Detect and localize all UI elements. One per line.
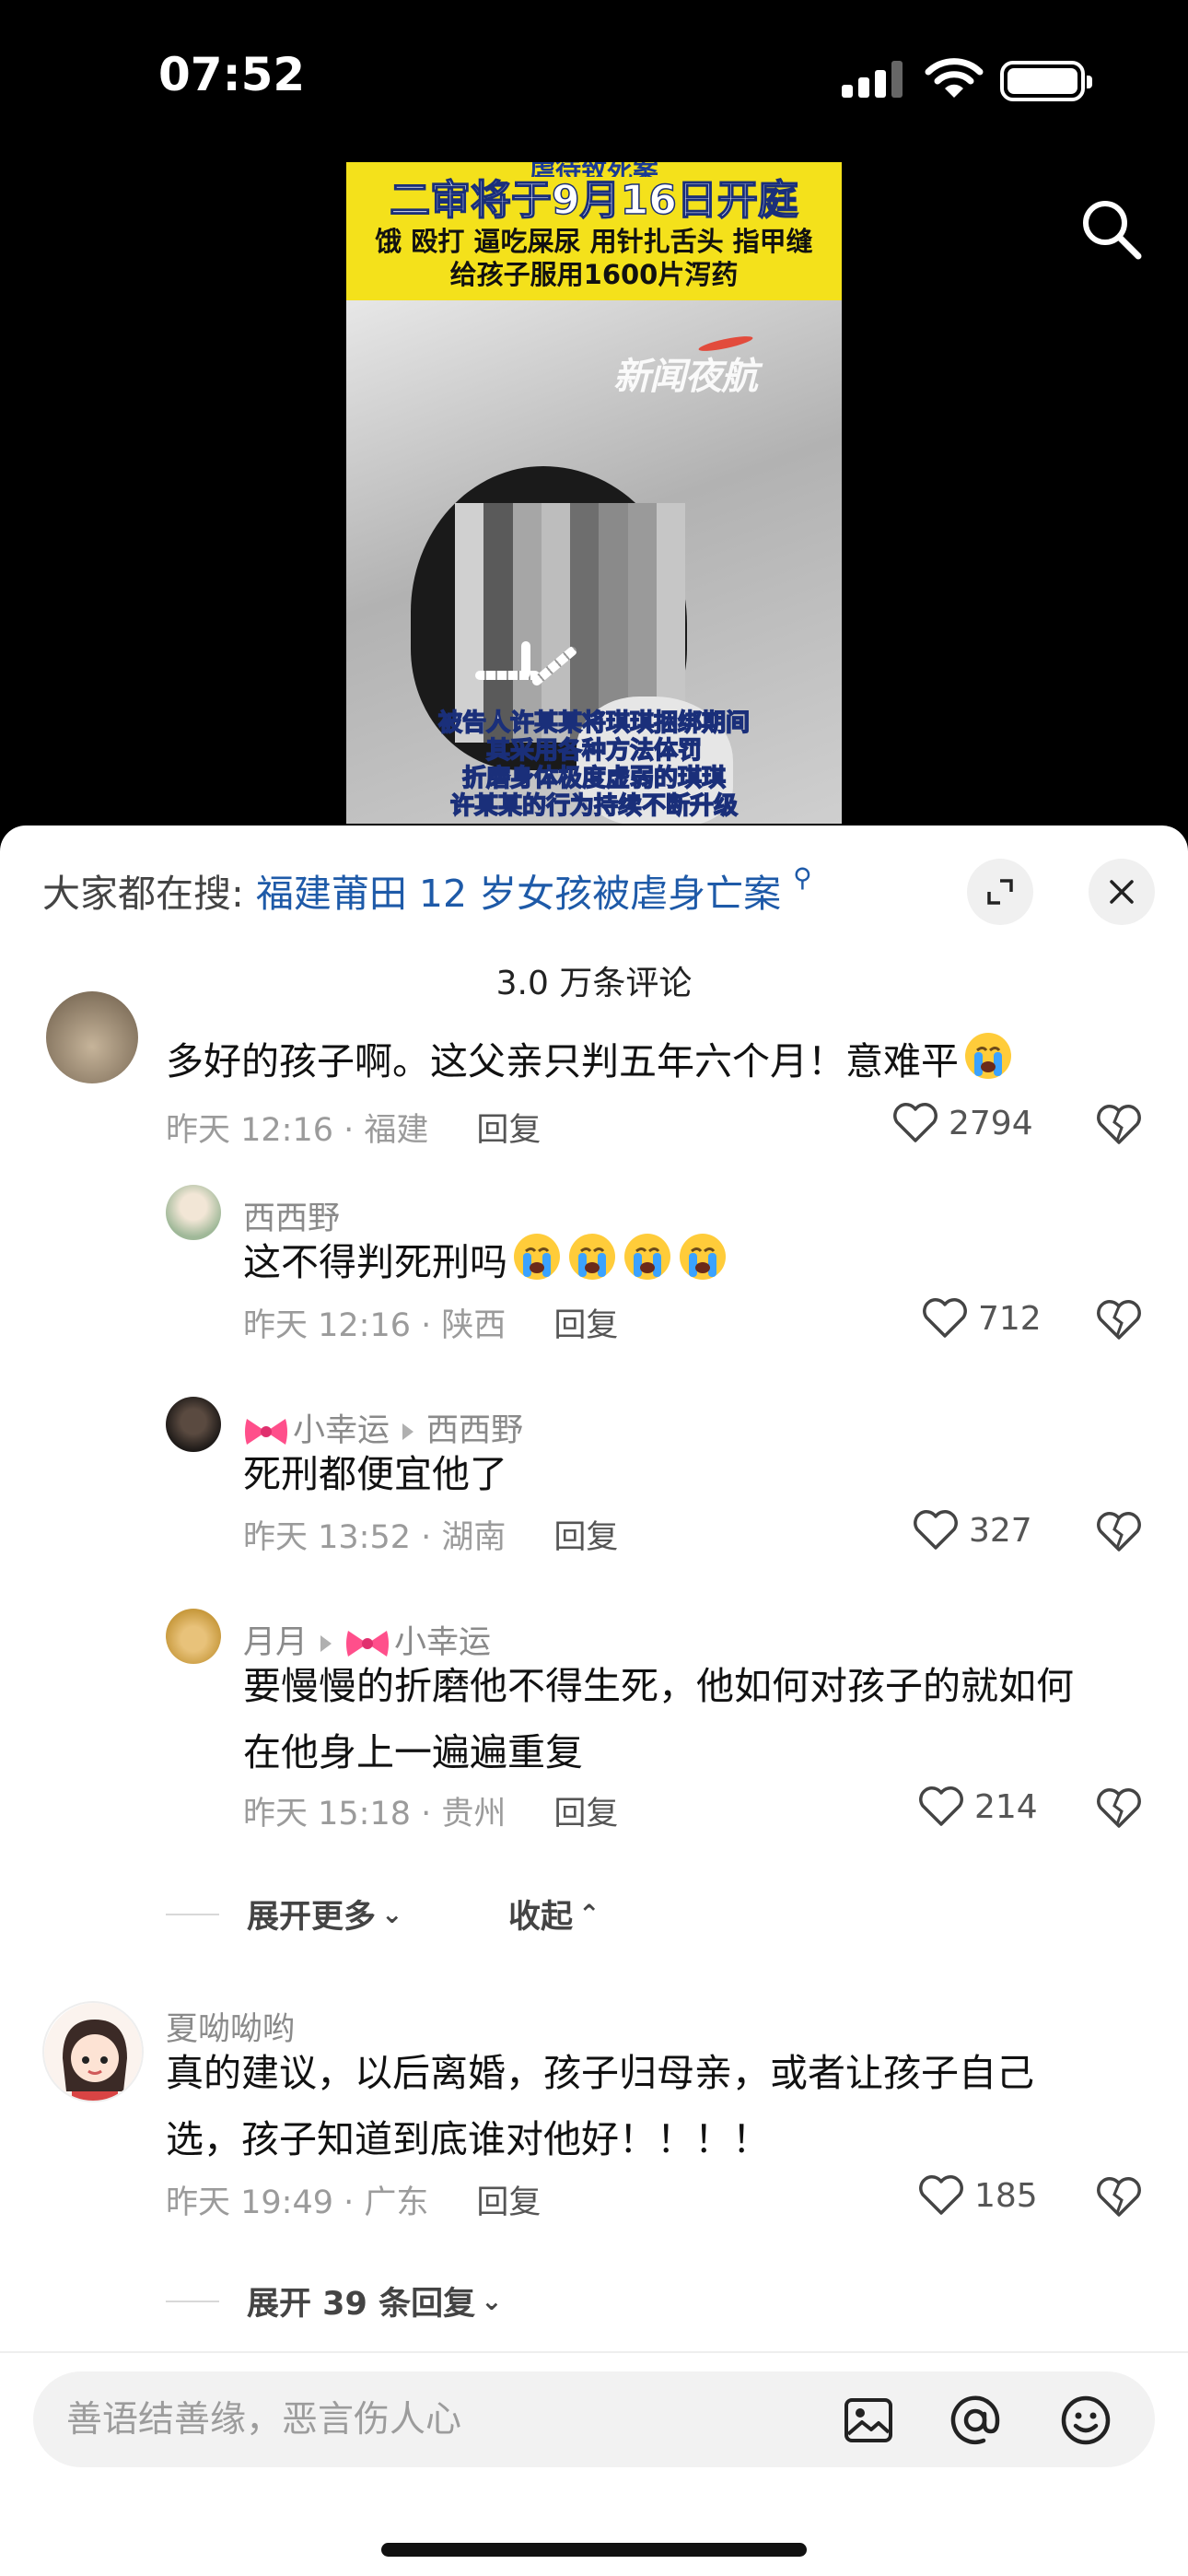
broken-heart-icon[interactable]: [1096, 1299, 1142, 1341]
comment-meta: 昨天 12:16 · 陕西 回复: [243, 1307, 619, 1344]
like-count: 327: [969, 1511, 1032, 1550]
close-button[interactable]: [1089, 859, 1155, 925]
reply-button[interactable]: 回复: [553, 1519, 618, 1556]
emoji-icon[interactable]: [1059, 2394, 1112, 2447]
comment-text: 真的建议，以后离婚，孩子归母亲，或者让孩子自己 选，孩子知道到底谁对他好！！！！: [166, 2040, 1160, 2172]
comment-input-container[interactable]: [33, 2371, 1155, 2467]
caption-line: 被告人许某某将琪琪捆绑期间: [437, 708, 751, 738]
watermark-logo: 新闻夜航: [613, 355, 758, 398]
signal-icon: [842, 61, 904, 98]
reply-arrow-icon: [402, 1423, 414, 1440]
status-bar: 07:52: [0, 0, 1188, 157]
video-caption: 被告人许某某将琪琪捆绑期间 其采用各种方法体罚 折磨身体极度虚弱的琪琪 许某某的…: [346, 708, 842, 824]
collapse-replies[interactable]: 收起 ⌃: [508, 1891, 600, 1938]
like-button[interactable]: 185: [917, 2174, 1038, 2217]
search-small-icon: ⚲: [793, 862, 812, 893]
trending-search[interactable]: 大家都在搜: 福建莆田 12 岁女孩被虐身亡案 ⚲: [42, 862, 812, 918]
headline-main: 二审将于9月16日开庭: [389, 176, 798, 225]
crying-emoji: [624, 1234, 670, 1280]
caption-line: 折磨身体极度虚弱的琪琪: [461, 764, 727, 793]
status-time: 07:52: [158, 48, 306, 101]
avatar[interactable]: [166, 1397, 221, 1452]
headline-sub-1: 饿 殴打 逼吃屎尿 用针扎舌头 指甲缝: [375, 226, 813, 257]
crying-emoji: [680, 1234, 726, 1280]
comment-text-line: 真的建议，以后离婚，孩子归母亲，或者让孩子自己: [166, 2051, 1034, 2095]
crying-emoji: [514, 1234, 560, 1280]
comment-text: 要慢慢的折磨他不得生死，他如何对孩子的就如何 在他身上一遍遍重复: [243, 1653, 1164, 1786]
heart-icon: [919, 1786, 963, 1826]
caption-line: 许某某的行为持续不断升级: [449, 791, 739, 821]
avatar[interactable]: [46, 991, 138, 1083]
headline-sub-2: 给孩子服用1600片泻药: [449, 259, 739, 290]
heart-icon: [923, 1298, 967, 1338]
comment-text-line: 在他身上一遍遍重复: [243, 1730, 583, 1774]
broken-heart-icon[interactable]: [1096, 1787, 1142, 1830]
battery-icon: [1000, 61, 1092, 101]
comment-count: 3.0 万条评论: [495, 965, 693, 1002]
avatar[interactable]: [166, 1185, 221, 1240]
heart-icon: [919, 2175, 963, 2215]
like-count: 2794: [949, 1104, 1033, 1142]
video-player[interactable]: 新闻夜航 虐待致死案 二审将于9月16日开庭 饿 殴打 逼吃屎尿 用针扎舌头 指…: [346, 162, 842, 824]
wifi-icon: [925, 58, 984, 98]
expand-replies[interactable]: 展开 39 条回复 ⌄: [166, 2277, 503, 2324]
reply-button[interactable]: 回复: [476, 2184, 541, 2221]
comment-text: 死刑都便宜他了: [243, 1452, 507, 1496]
comment-input-bar: [0, 2351, 1188, 2576]
comment-meta: 昨天 15:18 · 贵州 回复: [243, 1796, 619, 1832]
like-count: 214: [974, 1787, 1038, 1826]
headline-top: 虐待致死案: [346, 162, 842, 177]
chevron-up-icon: ⌃: [578, 1899, 600, 1929]
chevron-down-icon: ⌄: [381, 1899, 403, 1929]
comment-meta: 昨天 12:16 · 福建 回复: [166, 1112, 542, 1149]
comment-text-line: 要慢慢的折磨他不得生死，他如何对孩子的就如何: [243, 1664, 1074, 1708]
heart-icon: [914, 1510, 958, 1550]
like-button[interactable]: 327: [912, 1509, 1032, 1551]
trending-search-prefix: 大家都在搜:: [42, 872, 244, 916]
comment-meta: 昨天 13:52 · 湖南 回复: [243, 1519, 619, 1556]
search-icon[interactable]: [1077, 195, 1146, 263]
reply-arrow-icon: [320, 1635, 332, 1652]
avatar-image: [44, 2003, 142, 2101]
comment-input[interactable]: [66, 2371, 803, 2467]
trending-search-term[interactable]: 福建莆田 12 岁女孩被虐身亡案: [256, 872, 781, 916]
video-headline: 虐待致死案 二审将于9月16日开庭 饿 殴打 逼吃屎尿 用针扎舌头 指甲缝 给孩…: [346, 162, 842, 300]
comment-meta: 昨天 19:49 · 广东 回复: [166, 2184, 542, 2221]
home-indicator[interactable]: [381, 2543, 807, 2557]
broken-heart-icon[interactable]: [1096, 2176, 1142, 2219]
chevron-down-icon: ⌄: [481, 2286, 503, 2316]
comment-text-line: 选，孩子知道到底谁对他好！！！！: [166, 2117, 770, 2161]
broken-heart-icon[interactable]: [1096, 1511, 1142, 1553]
image-icon[interactable]: [842, 2394, 895, 2447]
comment-text: 多好的孩子啊。这父亲只判五年六个月！意难平: [166, 1028, 1014, 1095]
caption-line: 其采用各种方法体罚: [485, 736, 703, 766]
expand-icon: [987, 879, 1013, 905]
reply-button[interactable]: 回复: [553, 1307, 618, 1344]
avatar[interactable]: [166, 1609, 221, 1664]
broken-heart-icon[interactable]: [1096, 1104, 1142, 1146]
heart-icon: [893, 1103, 938, 1142]
close-icon: [1110, 880, 1134, 904]
crying-emoji: [569, 1234, 615, 1280]
expand-more-replies[interactable]: 展开更多 ⌄: [166, 1891, 402, 1938]
comment-sheet: 大家都在搜: 福建莆田 12 岁女孩被虐身亡案 ⚲ 3.0 万条评论 多好的孩子…: [0, 825, 1188, 2576]
like-count: 712: [978, 1299, 1042, 1338]
like-button[interactable]: 214: [917, 1786, 1038, 1828]
like-count: 185: [974, 2176, 1038, 2215]
crying-emoji: [965, 1033, 1011, 1079]
like-button[interactable]: 712: [921, 1297, 1042, 1340]
like-button[interactable]: 2794: [891, 1102, 1033, 1144]
expand-button[interactable]: [967, 859, 1033, 925]
avatar[interactable]: [42, 2001, 144, 2102]
at-icon[interactable]: [949, 2394, 1002, 2447]
reply-button[interactable]: 回复: [476, 1112, 541, 1149]
comment-text: 这不得判死刑吗: [243, 1229, 728, 1295]
reply-button[interactable]: 回复: [553, 1796, 618, 1832]
